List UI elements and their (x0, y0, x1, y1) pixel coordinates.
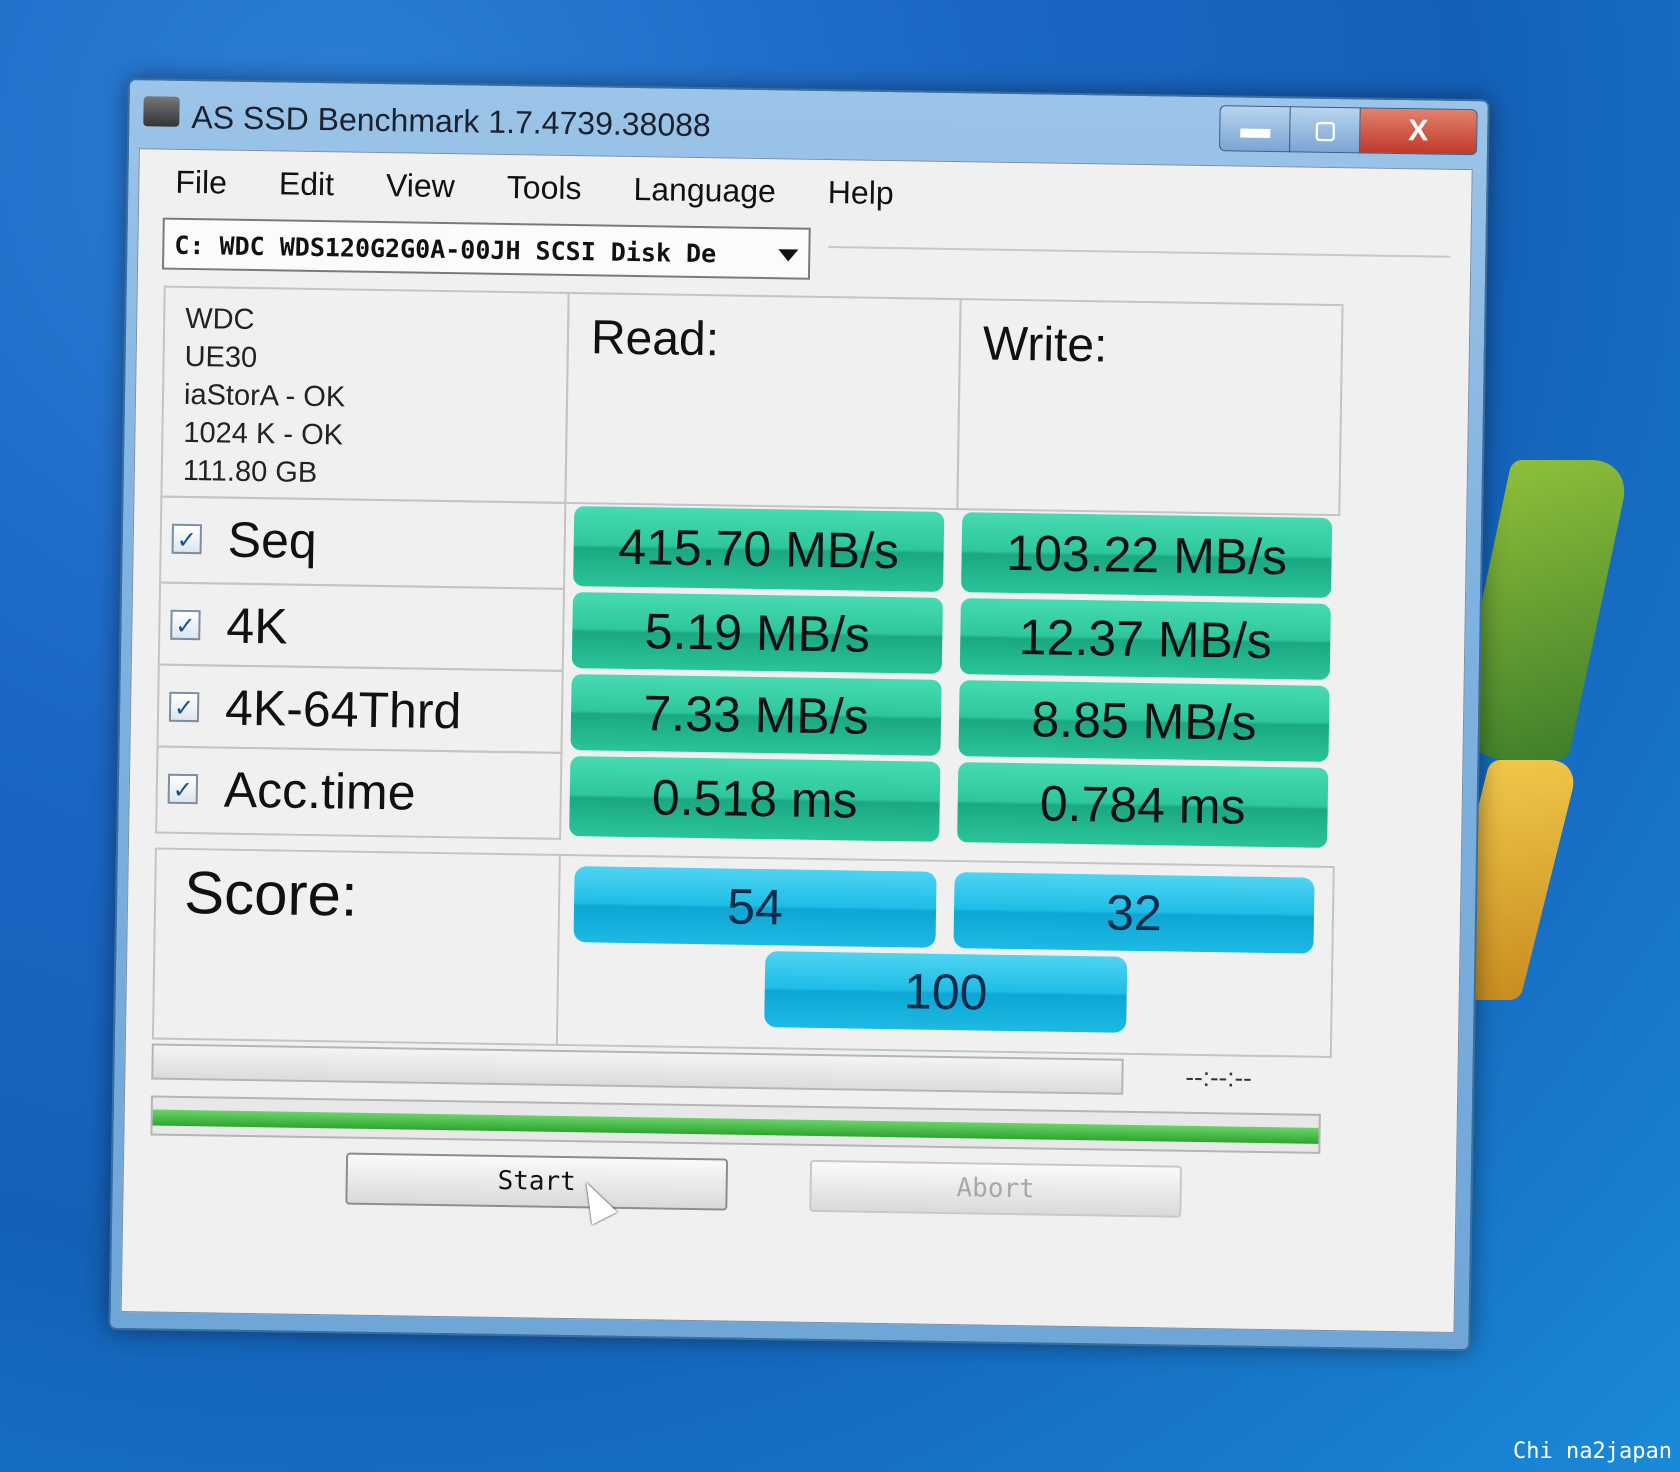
menu-view[interactable]: View (360, 167, 481, 213)
read-column-title: Read: (590, 311, 720, 367)
seq-write-result: 103.22 MB/s (961, 512, 1333, 598)
read-score: 54 (573, 866, 937, 948)
window-title: AS SSD Benchmark 1.7.4739.38088 (191, 99, 712, 144)
maximize-button[interactable]: ▢ (1288, 106, 1362, 154)
overall-progress-fill (152, 1109, 1319, 1144)
write-score: 32 (953, 872, 1315, 954)
read-column-header: Read: (564, 291, 962, 511)
test-row-acc-time: ✓ Acc.time (155, 745, 563, 840)
drive-alignment-status: 1024 K - OK (183, 416, 344, 452)
seq-read-result: 415.70 MB/s (573, 506, 945, 592)
score-label: Score: (183, 858, 359, 929)
drive-select-value: C: WDC WDS120G2G0A-00JH SCSI Disk De (174, 230, 717, 269)
chevron-down-icon[interactable] (778, 249, 799, 262)
divider (828, 246, 1451, 258)
watermark: Chi na2japan (1513, 1439, 1672, 1464)
test-label: Acc.time (223, 761, 416, 821)
test-row-4k: ✓ 4K (157, 581, 566, 672)
start-button[interactable]: Start (345, 1152, 729, 1211)
write-column-header: Write: (956, 298, 1344, 517)
test-label: 4K-64Thrd (224, 679, 462, 740)
elapsed-time: --:--:-- (1185, 1061, 1253, 1093)
close-icon: X (1408, 114, 1429, 148)
menu-bar: File Edit View Tools Language Help (165, 164, 920, 220)
4k-64thrd-write-result: 8.85 MB/s (958, 680, 1330, 762)
acc-time-write-result: 0.784 ms (957, 762, 1329, 848)
minimize-icon: ▬ (1240, 111, 1271, 145)
results-grid: WDC UE30 iaStorA - OK 1024 K - OK 111.80… (151, 285, 1344, 1059)
menu-file[interactable]: File (165, 164, 253, 209)
write-column-title: Write: (982, 317, 1108, 373)
drive-info-lines: WDC UE30 iaStorA - OK 1024 K - OK 111.80… (183, 300, 347, 493)
abort-button[interactable]: Abort (809, 1159, 1183, 1218)
close-button[interactable]: X (1358, 107, 1478, 156)
client-area: File Edit View Tools Language Help C: WD… (120, 148, 1473, 1333)
drive-firmware: UE30 (184, 340, 258, 375)
drive-select[interactable]: C: WDC WDS120G2G0A-00JH SCSI Disk De (161, 217, 811, 280)
seq-checkbox[interactable]: ✓ (171, 523, 203, 555)
minimize-button[interactable]: ▬ (1218, 105, 1292, 153)
acc-time-read-result: 0.518 ms (569, 756, 941, 842)
menu-help[interactable]: Help (801, 174, 919, 220)
drive-driver-status: iaStorA - OK (183, 378, 346, 414)
menu-language[interactable]: Language (607, 171, 802, 218)
menu-edit[interactable]: Edit (253, 165, 361, 211)
drive-info-panel: WDC UE30 iaStorA - OK 1024 K - OK 111.80… (160, 285, 570, 504)
drive-app-icon (143, 96, 180, 127)
drive-capacity: 111.80 GB (182, 454, 318, 490)
maximize-icon: ▢ (1313, 116, 1337, 144)
test-row-4k-64thrd: ✓ 4K-64Thrd (156, 663, 564, 754)
drive-vendor: WDC (184, 302, 255, 337)
4k-read-result: 5.19 MB/s (571, 592, 943, 674)
4k-64thrd-checkbox[interactable]: ✓ (168, 691, 200, 723)
test-label: 4K (225, 597, 289, 655)
4k-64thrd-read-result: 7.33 MB/s (570, 674, 942, 756)
test-row-seq: ✓ Seq (159, 495, 567, 590)
total-score: 100 (764, 951, 1128, 1033)
test-label: Seq (227, 511, 318, 570)
4k-checkbox[interactable]: ✓ (170, 609, 201, 641)
acc-time-checkbox[interactable]: ✓ (167, 773, 199, 805)
app-window: AS SSD Benchmark 1.7.4739.38088 ▬ ▢ X Fi… (108, 78, 1490, 1352)
menu-tools[interactable]: Tools (480, 169, 607, 215)
overall-progress-bar (150, 1095, 1321, 1154)
4k-write-result: 12.37 MB/s (959, 598, 1331, 680)
